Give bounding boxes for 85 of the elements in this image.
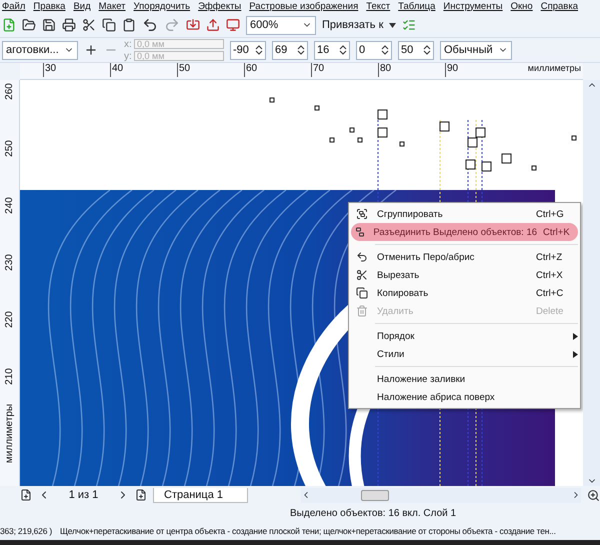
ungroup-icon: [354, 226, 366, 238]
publish-icon[interactable]: [226, 18, 240, 32]
stretch-field[interactable]: 50: [398, 40, 434, 60]
ruler-label: 90: [445, 63, 512, 77]
menu-item[interactable]: Наложение абриса поверх: [351, 388, 578, 406]
selection-status: Выделено объектов: 16 вкл. Слой 1: [290, 508, 456, 518]
copy-icon: [356, 287, 368, 299]
menu-item[interactable]: Порядок: [351, 327, 578, 345]
ruler-units: миллиметры: [528, 63, 582, 73]
ruler-label: 50: [177, 63, 244, 77]
copy-icon[interactable]: [102, 18, 116, 32]
page-counter: 1 из 1: [68, 489, 100, 501]
add-page-icon[interactable]: [20, 489, 32, 501]
direction-field[interactable]: -90: [230, 40, 266, 60]
add-preset-icon[interactable]: [84, 43, 98, 57]
menu-item[interactable]: Справка: [540, 0, 578, 12]
menu-item[interactable]: Файл: [2, 0, 26, 12]
spin-arrows-icon[interactable]: [297, 45, 305, 55]
menu-item[interactable]: Правка: [33, 0, 66, 12]
fade-field[interactable]: 0: [356, 40, 392, 60]
open-icon[interactable]: [22, 18, 36, 32]
merge-mode-dropdown[interactable]: Обычный: [440, 40, 512, 60]
hint-text: Щелчок+перетаскивание от центра объекта - создание плоской тени; щелчок+перетаскивание от стороны объекта - создание тен...: [60, 526, 556, 536]
ruler-label: 210: [4, 368, 15, 385]
ruler-label: 220: [4, 311, 15, 328]
page-tab[interactable]: Страница 1: [153, 488, 248, 502]
feather-field[interactable]: 16: [314, 40, 350, 60]
ruler-label: 60: [244, 63, 311, 77]
print-icon[interactable]: [62, 18, 76, 32]
menu-item[interactable]: Эффекты: [198, 0, 242, 12]
menu-item[interactable]: Макет: [98, 0, 126, 12]
snap-to-button[interactable]: Привязать к: [322, 19, 384, 31]
group-icon: [356, 208, 368, 220]
new-document-icon[interactable]: [2, 18, 16, 32]
undo-icon[interactable]: [142, 17, 158, 33]
ruler-label: 40: [110, 63, 177, 77]
opacity-field[interactable]: 69: [272, 40, 308, 60]
options-icon[interactable]: [402, 18, 416, 32]
menu-item[interactable]: Сгруппировать Ctrl+G: [351, 205, 578, 223]
scrollbar-thumb[interactable]: [361, 490, 389, 500]
menu-item[interactable]: Окно: [510, 0, 533, 12]
save-icon[interactable]: [42, 18, 56, 32]
ruler-label: 30: [43, 63, 110, 77]
menu-item[interactable]: Таблица: [398, 0, 436, 12]
preset-dropdown[interactable]: аготовки...: [2, 40, 78, 60]
menu-item[interactable]: Инструменты: [443, 0, 503, 12]
export-icon[interactable]: [206, 18, 220, 32]
horizontal-scrollbar[interactable]: [301, 488, 581, 502]
add-page-after-icon[interactable]: [135, 489, 147, 501]
cursor-coordinates: 363; 219,626 ): [0, 526, 52, 536]
undo-icon: [356, 251, 368, 263]
x-label: x:: [124, 38, 132, 50]
spin-arrows-icon[interactable]: [339, 45, 347, 55]
ruler-label: 240: [4, 197, 15, 214]
menu-item[interactable]: Копировать Ctrl+C: [351, 284, 578, 302]
menu-item[interactable]: Текст: [366, 0, 390, 12]
menu-item[interactable]: Наложение заливки: [351, 370, 578, 388]
submenu-arrow-icon: [573, 332, 578, 340]
ruler-label: 250: [4, 140, 15, 157]
zoom-dropdown[interactable]: 600%: [246, 16, 316, 34]
spin-arrows-icon[interactable]: [255, 45, 263, 55]
import-icon[interactable]: [186, 18, 200, 32]
menu-item[interactable]: Вырезать Ctrl+X: [351, 266, 578, 284]
menu-item[interactable]: Растровые изображения: [249, 0, 358, 12]
menu-item[interactable]: Отменить Перо/абрис Ctrl+Z: [351, 248, 578, 266]
vertical-scrollbar[interactable]: [583, 80, 600, 486]
ruler-label: 230: [4, 254, 15, 271]
ruler-label: 70: [311, 63, 378, 77]
trash-icon: [356, 305, 368, 317]
menu-item[interactable]: Упорядочить: [134, 0, 190, 12]
ruler-units: миллиметры: [4, 404, 15, 464]
menu-item[interactable]: Стили: [351, 345, 578, 363]
cut-icon[interactable]: [82, 18, 96, 32]
caret-icon[interactable]: [389, 22, 396, 28]
paste-icon[interactable]: [122, 18, 136, 32]
spin-arrows-icon[interactable]: [423, 45, 431, 55]
menu-item[interactable]: Вид: [73, 0, 91, 12]
spin-arrows-icon[interactable]: [381, 45, 389, 55]
menu-item[interactable]: Разъединить Выделено объектов: 16 Ctrl+K: [351, 223, 578, 241]
ruler-label: 260: [4, 83, 15, 100]
ruler-label: 80: [378, 63, 445, 77]
submenu-arrow-icon: [573, 350, 578, 358]
zoom-icon[interactable]: [587, 488, 600, 502]
y-label: y:: [124, 50, 132, 62]
cut-icon: [356, 269, 368, 281]
